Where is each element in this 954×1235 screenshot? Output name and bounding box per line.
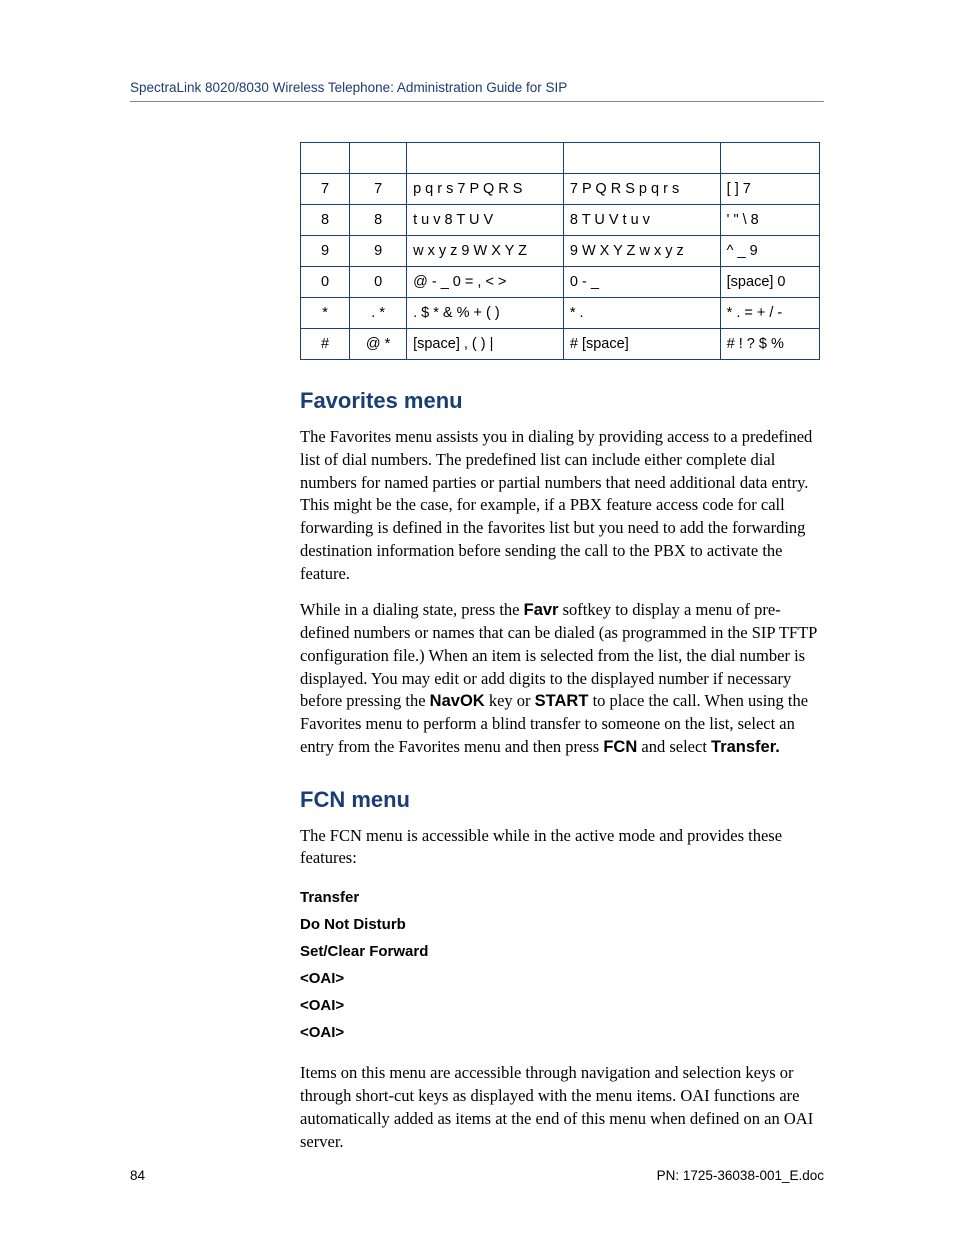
cell: [space] , ( ) | bbox=[407, 329, 564, 360]
cell: # bbox=[301, 329, 350, 360]
table-row: 8 8 t u v 8 T U V 8 T U V t u v ' " \ 8 bbox=[301, 205, 820, 236]
cell: * . bbox=[563, 298, 720, 329]
list-item: <OAI> bbox=[300, 1019, 820, 1046]
page-footer: 84 PN: 1725-36038-001_E.doc bbox=[130, 1168, 824, 1183]
content-column: 7 7 p q r s 7 P Q R S 7 P Q R S p q r s … bbox=[300, 142, 820, 1153]
cell: p q r s 7 P Q R S bbox=[407, 174, 564, 205]
table-row: 0 0 @ - _ 0 = , < > 0 - _ [space] 0 bbox=[301, 267, 820, 298]
favorites-heading: Favorites menu bbox=[300, 388, 820, 414]
table-row: # @ * [space] , ( ) | # [space] # ! ? $ … bbox=[301, 329, 820, 360]
list-item: <OAI> bbox=[300, 992, 820, 1019]
favorites-paragraph-2: While in a dialing state, press the Favr… bbox=[300, 599, 820, 758]
page-root: SpectraLink 8020/8030 Wireless Telephone… bbox=[0, 0, 954, 1235]
text: and select bbox=[637, 737, 711, 756]
cell: 7 bbox=[350, 174, 407, 205]
cell: @ * bbox=[350, 329, 407, 360]
cell: . $ * & % + ( ) bbox=[407, 298, 564, 329]
cell: 0 - _ bbox=[563, 267, 720, 298]
table-header-row bbox=[301, 143, 820, 174]
list-item: Do Not Disturb bbox=[300, 911, 820, 938]
cell: . * bbox=[350, 298, 407, 329]
list-item: <OAI> bbox=[300, 965, 820, 992]
fcn-paragraph-1: The FCN menu is accessible while in the … bbox=[300, 825, 820, 871]
cell: 9 W X Y Z w x y z bbox=[563, 236, 720, 267]
list-item: Transfer bbox=[300, 884, 820, 911]
cell: 0 bbox=[350, 267, 407, 298]
cell: t u v 8 T U V bbox=[407, 205, 564, 236]
cell: 8 T U V t u v bbox=[563, 205, 720, 236]
cell: 7 bbox=[301, 174, 350, 205]
table-row: 9 9 w x y z 9 W X Y Z 9 W X Y Z w x y z … bbox=[301, 236, 820, 267]
keypad-table: 7 7 p q r s 7 P Q R S 7 P Q R S p q r s … bbox=[300, 142, 820, 360]
cell: @ - _ 0 = , < > bbox=[407, 267, 564, 298]
table-row: 7 7 p q r s 7 P Q R S 7 P Q R S p q r s … bbox=[301, 174, 820, 205]
cell: # [space] bbox=[563, 329, 720, 360]
navok-key: NavOK bbox=[430, 692, 485, 710]
fcn-key: FCN bbox=[603, 738, 637, 756]
cell: ' " \ 8 bbox=[720, 205, 819, 236]
cell: 7 P Q R S p q r s bbox=[563, 174, 720, 205]
page-number: 84 bbox=[130, 1168, 145, 1183]
cell: # ! ? $ % bbox=[720, 329, 819, 360]
header-rule bbox=[130, 101, 824, 102]
doc-id: PN: 1725-36038-001_E.doc bbox=[657, 1168, 824, 1183]
cell: 9 bbox=[301, 236, 350, 267]
fcn-feature-list: Transfer Do Not Disturb Set/Clear Forwar… bbox=[300, 884, 820, 1046]
start-key: START bbox=[535, 692, 589, 710]
cell: * . = + / - bbox=[720, 298, 819, 329]
table-row: * . * . $ * & % + ( ) * . * . = + / - bbox=[301, 298, 820, 329]
cell: w x y z 9 W X Y Z bbox=[407, 236, 564, 267]
text: While in a dialing state, press the bbox=[300, 600, 524, 619]
cell: 0 bbox=[301, 267, 350, 298]
text: key or bbox=[485, 691, 535, 710]
cell: * bbox=[301, 298, 350, 329]
cell: [space] 0 bbox=[720, 267, 819, 298]
transfer-label: Transfer. bbox=[711, 738, 780, 756]
list-item: Set/Clear Forward bbox=[300, 938, 820, 965]
cell: [ ] 7 bbox=[720, 174, 819, 205]
cell: ^ _ 9 bbox=[720, 236, 819, 267]
fcn-paragraph-2: Items on this menu are accessible throug… bbox=[300, 1062, 820, 1153]
running-header: SpectraLink 8020/8030 Wireless Telephone… bbox=[130, 80, 824, 101]
fcn-heading: FCN menu bbox=[300, 787, 820, 813]
cell: 8 bbox=[301, 205, 350, 236]
cell: 9 bbox=[350, 236, 407, 267]
favorites-paragraph-1: The Favorites menu assists you in dialin… bbox=[300, 426, 820, 585]
favr-key: Favr bbox=[524, 601, 559, 619]
cell: 8 bbox=[350, 205, 407, 236]
